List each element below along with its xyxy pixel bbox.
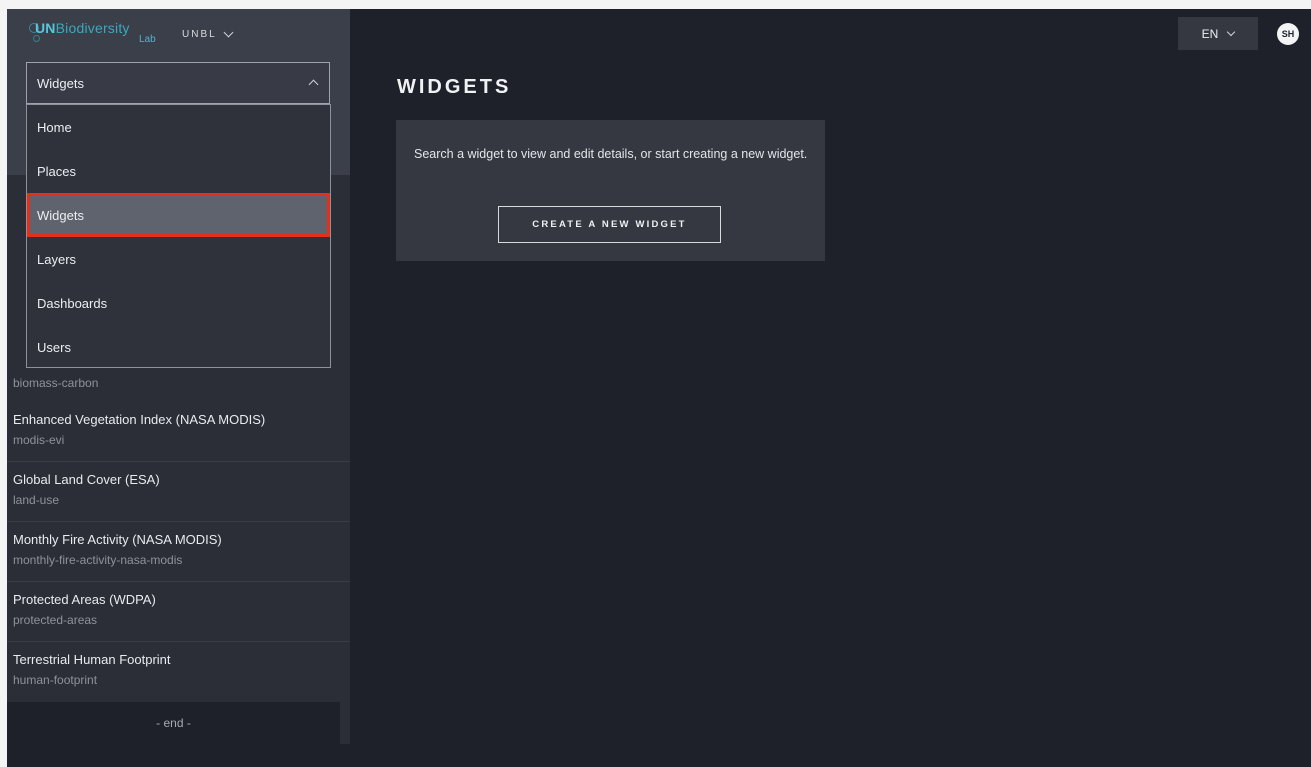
sidebar: UNBiodiversity Lab UNBL biomass-carbon E… [7, 9, 350, 744]
layer-row[interactable]: Global Land Cover (ESA) land-use [7, 462, 350, 522]
layer-slug: protected-areas [13, 613, 98, 627]
section-select[interactable]: Widgets [26, 62, 330, 104]
chevron-up-icon [308, 79, 319, 90]
language-select[interactable]: EN [1178, 17, 1258, 50]
page-title: WIDGETS [397, 76, 512, 98]
layer-slug: land-use [13, 493, 60, 507]
chevron-down-icon [223, 27, 234, 38]
organization-select[interactable]: UNBL [182, 27, 234, 40]
menu-item-dashboards[interactable]: Dashboards [27, 281, 330, 325]
layer-slug: biomass-carbon [13, 376, 99, 390]
info-text: Search a widget to view and edit details… [414, 147, 808, 161]
menu-item-widgets[interactable]: Widgets [27, 193, 330, 237]
chevron-down-icon [1227, 27, 1236, 37]
layer-name: Monthly Fire Activity (NASA MODIS) [13, 532, 222, 547]
menu-item-places[interactable]: Places [27, 149, 330, 193]
layer-row[interactable]: Enhanced Vegetation Index (NASA MODIS) m… [7, 402, 350, 462]
layer-name: Terrestrial Human Footprint [13, 652, 171, 667]
section-select-value: Widgets [37, 75, 84, 91]
unbl-logo[interactable]: UNBiodiversity Lab [29, 19, 159, 49]
layer-name: Global Land Cover (ESA) [13, 472, 160, 487]
app-window: UNBiodiversity Lab UNBL biomass-carbon E… [7, 9, 1311, 767]
layer-slug: monthly-fire-activity-nasa-modis [13, 553, 183, 567]
logo-biodiversity: Biodiversity [55, 20, 130, 36]
logo-mark-icon [33, 35, 40, 42]
layer-row[interactable]: Protected Areas (WDPA) protected-areas [7, 582, 350, 642]
layer-name: Enhanced Vegetation Index (NASA MODIS) [13, 412, 266, 427]
layer-name: Protected Areas (WDPA) [13, 592, 156, 607]
layer-row[interactable]: Monthly Fire Activity (NASA MODIS) month… [7, 522, 350, 582]
logo-lab: Lab [139, 34, 156, 45]
menu-item-users[interactable]: Users [27, 325, 330, 369]
layer-row[interactable]: Terrestrial Human Footprint human-footpr… [7, 642, 350, 702]
user-avatar[interactable]: SH [1277, 23, 1299, 45]
layer-slug: modis-evi [13, 433, 65, 447]
language-select-value: EN [1201, 26, 1219, 41]
screen-frame-left [0, 0, 7, 767]
layer-slug: human-footprint [13, 673, 98, 687]
section-dropdown-menu: Home Places Widgets Layers Dashboards Us… [26, 104, 331, 368]
sidebar-scrollbar[interactable] [340, 702, 350, 744]
screen-frame-top [0, 0, 1311, 9]
widgets-info-card: Search a widget to view and edit details… [396, 120, 825, 261]
menu-item-layers[interactable]: Layers [27, 237, 330, 281]
menu-item-home[interactable]: Home [27, 105, 330, 149]
logo-un: UN [35, 20, 56, 36]
create-widget-button[interactable]: CREATE A NEW WIDGET [498, 206, 721, 243]
organization-select-value: UNBL [182, 29, 217, 40]
list-end-marker: - end - [7, 702, 340, 744]
